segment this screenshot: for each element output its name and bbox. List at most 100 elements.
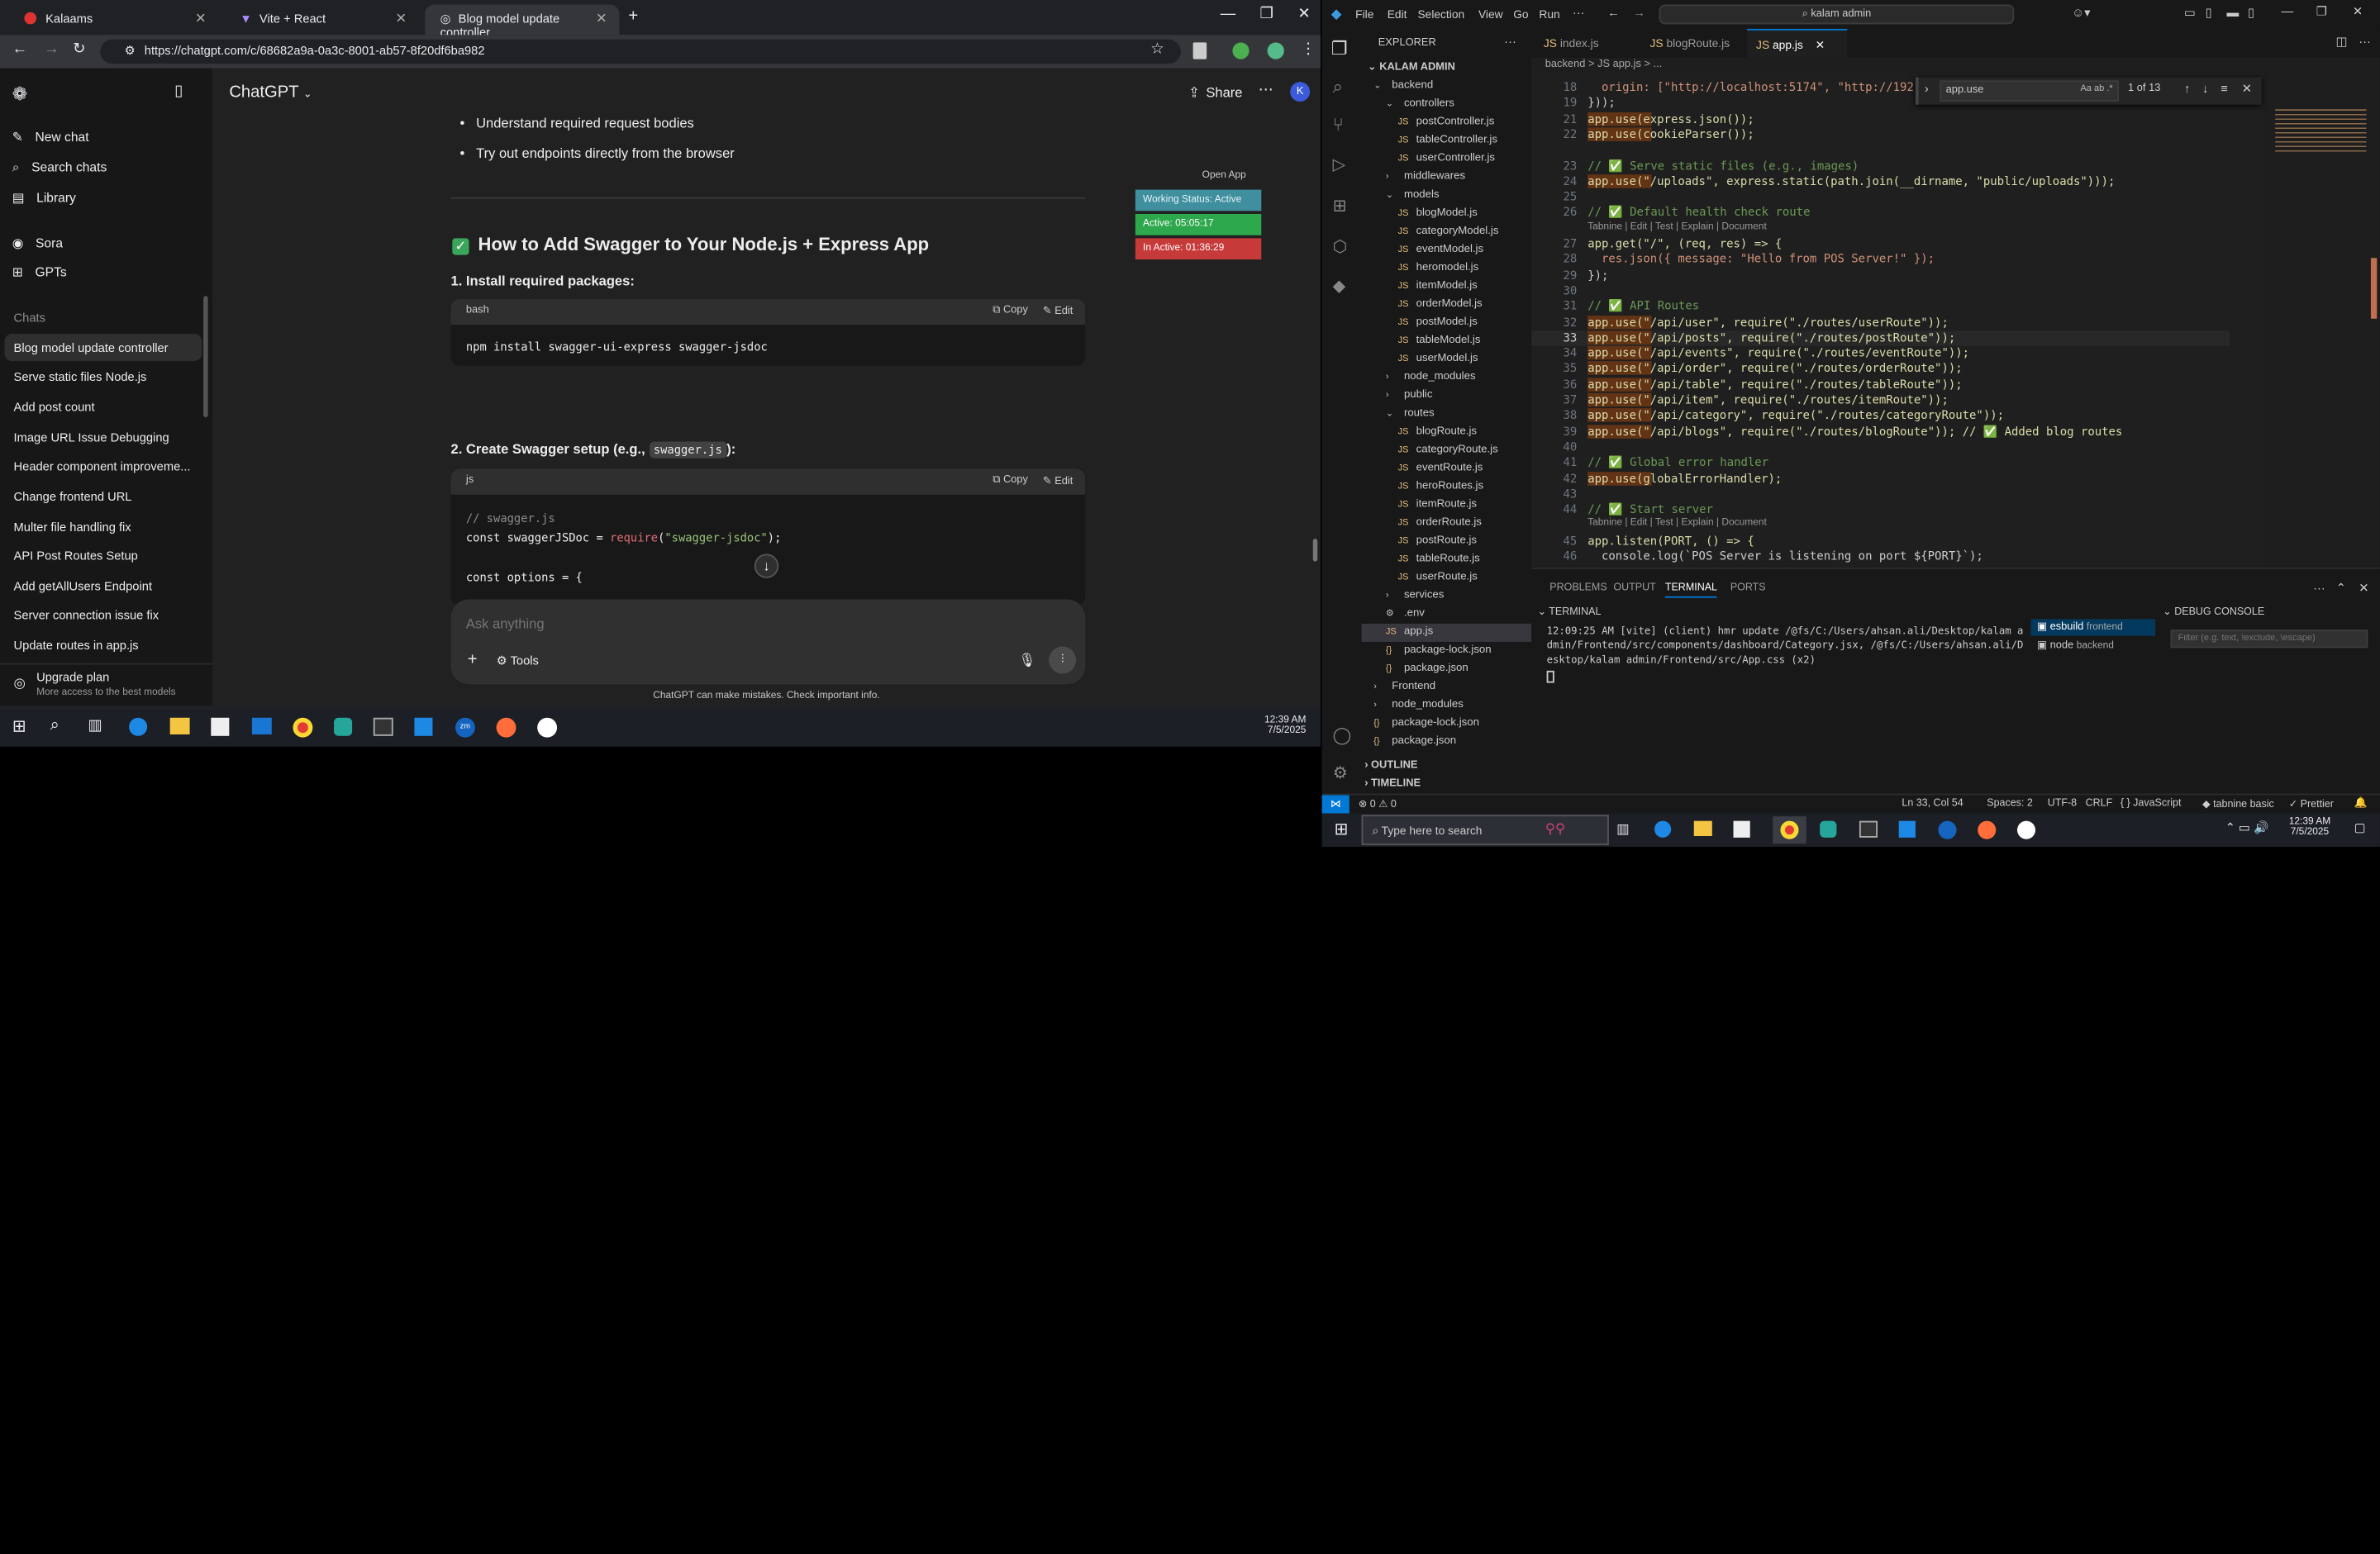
- editor-tab-active[interactable]: JS app.js ✕: [1747, 28, 1848, 58]
- panel-tab-active[interactable]: TERMINAL: [1664, 582, 1717, 598]
- menu-edit[interactable]: Edit: [1388, 7, 1407, 21]
- find-in-selection-icon[interactable]: ≡: [2221, 82, 2228, 96]
- accounts-icon[interactable]: ◯: [1333, 725, 1352, 745]
- vscode-icon[interactable]: [1898, 820, 1916, 838]
- panel-tab[interactable]: PORTS: [1730, 582, 1766, 593]
- code-line[interactable]: 30: [1531, 283, 2230, 299]
- site-info-icon[interactable]: ⚙: [125, 44, 136, 58]
- code-line[interactable]: Tabnine | Edit | Test | Explain | Docume…: [1531, 518, 2230, 534]
- debug-console-section[interactable]: ⌄ DEBUG CONSOLE: [2163, 606, 2264, 618]
- mail-icon[interactable]: [251, 717, 272, 734]
- tab-vite[interactable]: ▼ Vite + React ✕: [225, 5, 419, 36]
- new-chat-button[interactable]: ✎ New chat: [12, 129, 89, 145]
- workspace-root[interactable]: ⌄ KALAM ADMIN: [1368, 60, 1455, 73]
- tree-file[interactable]: JS orderRoute.js: [1362, 515, 1532, 533]
- menu-file[interactable]: File: [1355, 7, 1373, 21]
- menu-kebab-icon[interactable]: ⋮: [1301, 41, 1316, 58]
- postman-icon[interactable]: [1978, 820, 1997, 839]
- open-app-link[interactable]: Open App: [1202, 170, 1246, 181]
- code-line[interactable]: 21 app.use(express.json());: [1531, 112, 2230, 127]
- chat-item[interactable]: API Post Routes Setup: [14, 549, 138, 563]
- layout-icon[interactable]: ▭: [2184, 6, 2196, 20]
- terminal-section[interactable]: ⌄ TERMINAL: [1538, 606, 1602, 618]
- chat-item[interactable]: Server connection issue fix: [14, 609, 159, 623]
- tree-file[interactable]: {} package.json: [1362, 660, 1532, 678]
- store-icon[interactable]: [211, 717, 230, 736]
- menu-run[interactable]: Run: [1539, 7, 1559, 21]
- tree-file[interactable]: JS tableRoute.js: [1362, 551, 1532, 569]
- tabnine-status[interactable]: ◆ tabnine basic: [2202, 798, 2274, 810]
- tree-file[interactable]: {} package.json: [1362, 733, 1532, 751]
- nav-back-icon[interactable]: ←: [1607, 6, 1620, 20]
- code-line[interactable]: 40: [1531, 440, 2230, 455]
- code-line[interactable]: 31 // ✅ API Routes: [1531, 299, 2230, 315]
- tree-file[interactable]: JS postRoute.js: [1362, 533, 1532, 551]
- outline-section[interactable]: › OUTLINE: [1364, 760, 1417, 771]
- tree-file[interactable]: JS orderModel.js: [1362, 296, 1532, 314]
- chat-item[interactable]: Header component improveme...: [14, 460, 191, 474]
- clock[interactable]: 12:39 AM 7/5/2025: [2289, 816, 2330, 838]
- more-actions-icon[interactable]: ···: [1504, 35, 1516, 49]
- maximize-icon[interactable]: ❐: [2316, 5, 2327, 19]
- code-line[interactable]: 34 app.use("/api/events", require("./rout…: [1531, 345, 2230, 362]
- tree-file[interactable]: ⚙ .env: [1362, 606, 1532, 624]
- toggle-secondary-icon[interactable]: ▯: [2248, 6, 2254, 20]
- editor-tab[interactable]: JS blogRoute.js: [1640, 29, 1747, 58]
- tree-file[interactable]: JS heroRoutes.js: [1362, 478, 1532, 497]
- more-options-icon[interactable]: ⋯: [1259, 82, 1273, 98]
- close-icon[interactable]: ✕: [195, 11, 207, 27]
- zoom-icon[interactable]: zm: [455, 717, 475, 738]
- code-line[interactable]: 39 app.use("/api/blogs", require("./route…: [1531, 424, 2230, 440]
- tree-file[interactable]: JS blogRoute.js: [1362, 423, 1532, 441]
- tree-file[interactable]: JS blogModel.js: [1362, 205, 1532, 223]
- store-icon[interactable]: [1733, 820, 1750, 838]
- tree-file[interactable]: JS eventRoute.js: [1362, 460, 1532, 478]
- copy-button[interactable]: ⧉ Copy: [992, 475, 1028, 487]
- tree-file[interactable]: JS postController.js: [1362, 114, 1532, 132]
- close-window-icon[interactable]: ✕: [1297, 6, 1310, 22]
- notifications-icon[interactable]: ▢: [2354, 821, 2366, 835]
- file-explorer-icon[interactable]: [169, 717, 190, 734]
- tree-file[interactable]: JS userController.js: [1362, 150, 1532, 169]
- code-line[interactable]: 25: [1531, 190, 2230, 206]
- copy-button[interactable]: ⧉ Copy: [992, 305, 1028, 317]
- terminal-list-item[interactable]: ▣ node backend: [2031, 637, 2156, 653]
- add-attachment-icon[interactable]: +: [468, 651, 478, 669]
- code-line[interactable]: 28 res.json({ message: "Hello from POS S…: [1531, 252, 2230, 268]
- chrome-icon[interactable]: [1780, 820, 1799, 839]
- tab-kalaams[interactable]: Kalaams ✕: [9, 5, 218, 36]
- chat-item[interactable]: Serve static files Node.js: [14, 370, 147, 384]
- prettier-status[interactable]: ✓ Prettier: [2289, 798, 2334, 810]
- microphone-icon[interactable]: 🎙: [1018, 653, 1035, 669]
- new-tab-icon[interactable]: +: [628, 7, 638, 26]
- tree-file[interactable]: JS itemRoute.js: [1362, 497, 1532, 515]
- toggle-sidebar-icon[interactable]: ▯: [2206, 6, 2212, 20]
- find-input[interactable]: app.use Aa ab .*: [1940, 80, 2120, 102]
- tree-file[interactable]: {} package-lock.json: [1362, 642, 1532, 660]
- nav-forward-icon[interactable]: →: [1633, 6, 1645, 20]
- code-line[interactable]: 24 app.use("/uploads", express.static(pat…: [1531, 173, 2230, 190]
- code-line[interactable]: 32 app.use("/api/user", require("./routes…: [1531, 315, 2230, 330]
- split-editor-icon[interactable]: ◫: [2336, 35, 2348, 49]
- windows-start-icon[interactable]: ⊞: [1334, 820, 1348, 839]
- copilot-icon[interactable]: ☺▾: [2072, 6, 2090, 20]
- find-prev-icon[interactable]: ↑: [2184, 82, 2190, 96]
- code-line[interactable]: 44 // ✅ Start server: [1531, 502, 2230, 518]
- tray-icons[interactable]: ⌃ ▭ 🔊: [2225, 821, 2269, 835]
- voice-mode-icon[interactable]: ⫶: [1049, 646, 1077, 674]
- code-line[interactable]: 23 // ✅ Serve static files (e.g., images): [1531, 159, 2230, 174]
- zoom-icon[interactable]: [1938, 820, 1957, 839]
- edit-button[interactable]: ✎ Edit: [1043, 475, 1073, 487]
- code-line[interactable]: 27 app.get("/", (req, res) => {: [1531, 237, 2230, 253]
- sora-button[interactable]: ◉ Sora: [12, 235, 63, 252]
- language-mode[interactable]: { } JavaScript: [2121, 798, 2182, 809]
- code-line[interactable]: 35 app.use("/api/order", require("./route…: [1531, 361, 2230, 378]
- tree-file[interactable]: JS eventModel.js: [1362, 241, 1532, 259]
- chat-item[interactable]: Multer file handling fix: [14, 520, 131, 535]
- task-view-icon[interactable]: ▥: [88, 718, 102, 734]
- terminal-list-item-active[interactable]: ▣ esbuild frontend: [2030, 619, 2156, 636]
- tree-folder[interactable]: ⌄ backend: [1362, 78, 1532, 96]
- task-view-icon[interactable]: ▥: [1616, 821, 1630, 838]
- maximize-panel-icon[interactable]: ⌃: [2336, 581, 2346, 595]
- profile-avatar[interactable]: [1267, 42, 1284, 59]
